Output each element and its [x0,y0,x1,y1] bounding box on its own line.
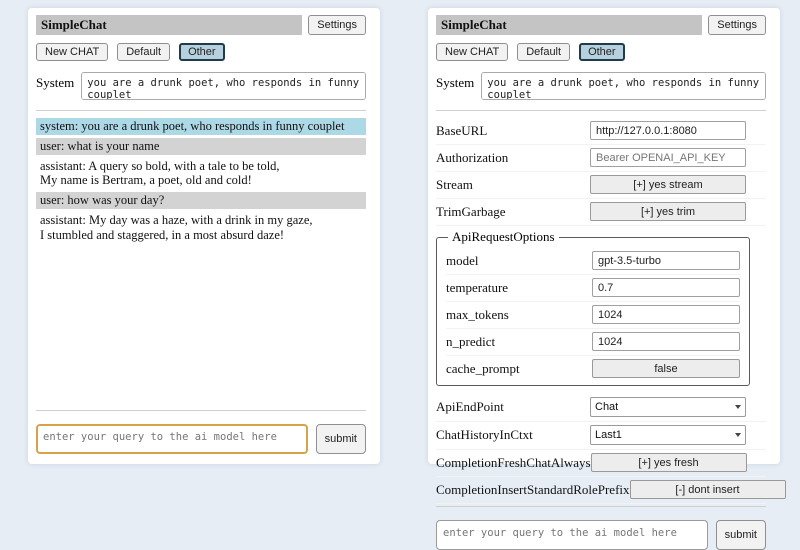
trimgarbage-toggle-button[interactable]: [+] yes trim [590,202,746,221]
session-row: New CHAT Default Other [436,43,766,61]
app-title: SimpleChat [436,15,702,35]
setting-row-stream: Stream [+] yes stream [436,172,766,199]
authorization-input[interactable] [590,148,746,167]
session-default-button[interactable]: Default [117,43,170,61]
setting-row-chathistoryinctxt: ChatHistoryInCtxt Last1 [436,422,766,450]
setting-row-baseurl: BaseURL [436,118,766,145]
api-request-options-fieldset: ApiRequestOptions model temperature max_… [436,229,750,386]
session-default-button[interactable]: Default [517,43,570,61]
chathistoryinctxt-select-wrap: Last1 [590,425,746,445]
chat-message-assistant: assistant: My day was a haze, with a dri… [36,212,366,244]
query-input[interactable] [436,520,708,550]
settings-header: SimpleChat Settings [436,15,766,35]
divider [436,110,766,111]
completionfreshchatalways-toggle-button[interactable]: [+] yes fresh [591,453,747,472]
setting-row-trimgarbage: TrimGarbage [+] yes trim [436,199,766,226]
setting-row-temperature: temperature [446,275,740,302]
submit-button[interactable]: submit [316,424,366,454]
baseurl-input[interactable] [590,121,746,140]
setting-row-authorization: Authorization [436,145,766,172]
api-request-options-legend: ApiRequestOptions [448,229,559,245]
chathistoryinctxt-select[interactable]: Last1 [590,425,746,445]
session-other-button[interactable]: Other [579,43,625,61]
settings-form: BaseURL Authorization Stream [+] yes str… [436,118,766,504]
completionfreshchatalways-label: CompletionFreshChatAlways [436,455,591,471]
system-prompt-input[interactable]: you are a drunk poet, who responds in fu… [81,72,366,100]
setting-row-n-predict: n_predict [446,329,740,356]
system-label: System [436,72,474,100]
temperature-label: temperature [446,280,592,296]
chathistoryinctxt-label: ChatHistoryInCtxt [436,427,590,443]
chat-message-user: user: what is your name [36,138,366,155]
settings-panel: SimpleChat Settings New CHAT Default Oth… [428,8,780,464]
cache-prompt-label: cache_prompt [446,361,592,377]
system-prompt-input[interactable]: you are a drunk poet, who responds in fu… [481,72,766,100]
app-title: SimpleChat [36,15,302,35]
chat-panel: SimpleChat Settings New CHAT Default Oth… [28,8,380,464]
trimgarbage-label: TrimGarbage [436,204,590,220]
apiendpoint-select[interactable]: Chat [590,397,746,417]
apiendpoint-select-wrap: Chat [590,397,746,417]
chat-message-assistant: assistant: A query so bold, with a tale … [36,158,366,190]
query-input[interactable] [36,424,308,454]
temperature-input[interactable] [592,278,740,297]
setting-row-completionfreshchatalways: CompletionFreshChatAlways [+] yes fresh [436,450,766,477]
system-prompt-row: System you are a drunk poet, who respond… [436,72,766,100]
chat-message-system: system: you are a drunk poet, who respon… [36,118,366,135]
setting-row-max-tokens: max_tokens [446,302,740,329]
new-chat-button[interactable]: New CHAT [436,43,508,61]
session-row: New CHAT Default Other [36,43,366,61]
setting-row-cache-prompt: cache_prompt false [446,356,740,382]
cache-prompt-toggle-button[interactable]: false [592,359,740,378]
max-tokens-label: max_tokens [446,307,592,323]
page: SimpleChat Settings New CHAT Default Oth… [0,0,800,464]
settings-button[interactable]: Settings [308,15,366,35]
system-label: System [36,72,74,100]
session-other-button[interactable]: Other [179,43,225,61]
query-row: submit [436,520,766,550]
max-tokens-input[interactable] [592,305,740,324]
query-row: submit [36,424,366,454]
system-prompt-row: System you are a drunk poet, who respond… [36,72,366,100]
authorization-label: Authorization [436,150,590,166]
submit-button[interactable]: submit [716,520,766,550]
model-input[interactable] [592,251,740,270]
n-predict-input[interactable] [592,332,740,351]
chat-message-list: system: you are a drunk poet, who respon… [36,118,366,408]
completioninsertstandardroleprefix-label: CompletionInsertStandardRolePrefix [436,482,630,498]
setting-row-model: model [446,248,740,275]
setting-row-completioninsertstandardroleprefix: CompletionInsertStandardRolePrefix [-] d… [436,477,766,504]
stream-toggle-button[interactable]: [+] yes stream [590,175,746,194]
baseurl-label: BaseURL [436,123,590,139]
apiendpoint-label: ApiEndPoint [436,399,590,415]
divider [36,410,366,411]
n-predict-label: n_predict [446,334,592,350]
completioninsertstandardroleprefix-toggle-button[interactable]: [-] dont insert [630,480,786,499]
divider [36,110,366,111]
divider [436,506,766,507]
chat-header: SimpleChat Settings [36,15,366,35]
setting-row-apiendpoint: ApiEndPoint Chat [436,394,766,422]
stream-label: Stream [436,177,590,193]
chat-message-user: user: how was your day? [36,192,366,209]
new-chat-button[interactable]: New CHAT [36,43,108,61]
model-label: model [446,253,592,269]
settings-button[interactable]: Settings [708,15,766,35]
